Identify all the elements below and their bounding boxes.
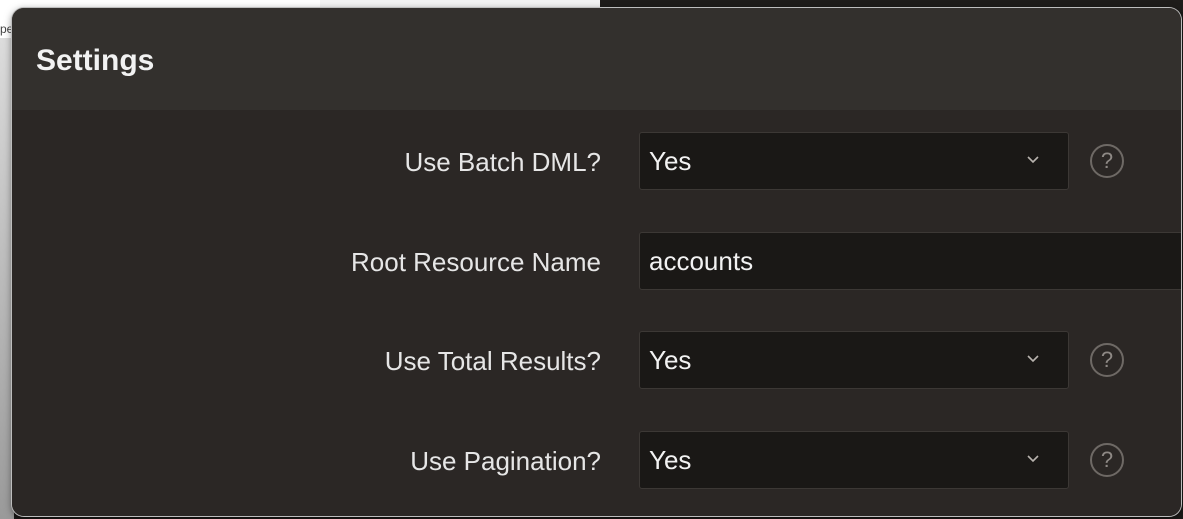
use-total-results-select[interactable]: Yes	[639, 331, 1069, 389]
root-resource-name-value: accounts	[649, 246, 754, 276]
use-batch-dml-select[interactable]: Yes	[639, 132, 1069, 190]
help-icon[interactable]: ?	[1090, 343, 1124, 377]
chevron-down-icon	[1027, 355, 1039, 363]
chevron-down-icon	[1027, 156, 1039, 164]
chevron-down-icon	[1027, 455, 1039, 463]
use-batch-dml-row: Use Batch DML? Yes ?	[12, 132, 1181, 192]
panel-header: Settings	[12, 8, 1181, 110]
root-resource-name-input[interactable]: accounts	[639, 232, 1181, 290]
use-batch-dml-label: Use Batch DML?	[404, 147, 601, 177]
use-pagination-row: Use Pagination? Yes ?	[12, 431, 1181, 491]
panel-title: Settings	[36, 44, 155, 77]
root-resource-name-label: Root Resource Name	[351, 247, 601, 277]
use-total-results-label: Use Total Results?	[384, 346, 601, 376]
use-total-results-value: Yes	[649, 345, 692, 375]
settings-panel: Settings Use Batch DML? Yes ? Root Resou…	[12, 8, 1181, 516]
panel-body: Use Batch DML? Yes ? Root Resource Name …	[12, 110, 1181, 516]
root-resource-name-row: Root Resource Name accounts	[12, 232, 1181, 292]
use-pagination-select[interactable]: Yes	[639, 431, 1069, 489]
use-batch-dml-value: Yes	[649, 146, 692, 176]
use-pagination-value: Yes	[649, 445, 692, 475]
use-pagination-label: Use Pagination?	[410, 446, 601, 476]
help-icon[interactable]: ?	[1090, 443, 1124, 477]
use-total-results-row: Use Total Results? Yes ?	[12, 331, 1181, 391]
help-icon[interactable]: ?	[1090, 144, 1124, 178]
